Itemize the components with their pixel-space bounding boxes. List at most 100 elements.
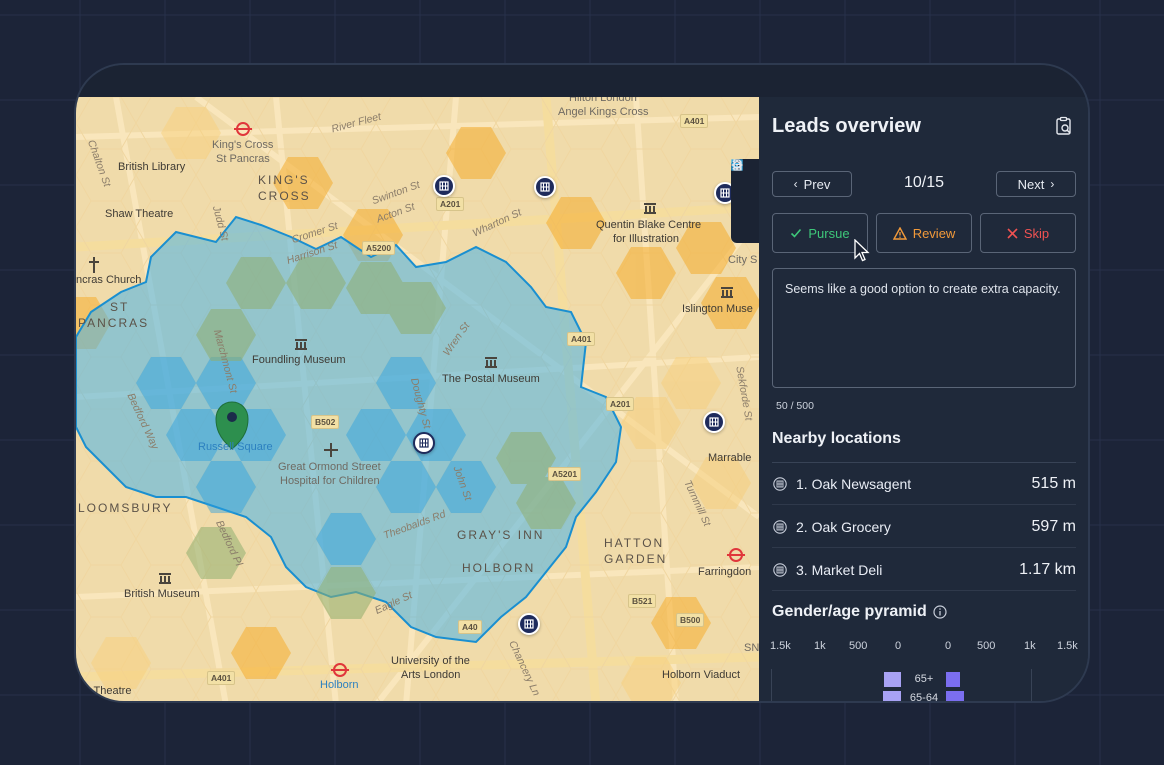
store-marker[interactable] [703,411,725,433]
map-label-ual-2: Arts London [401,669,461,681]
map-label-british-museum: British Museum [124,588,200,600]
map-label-russell-square: Russell Square [198,441,273,453]
skip-button[interactable]: Skip [980,213,1076,253]
pursue-label: Pursue [808,225,850,241]
clipboard-search-button[interactable] [1053,115,1077,139]
store-marker[interactable] [534,176,556,198]
map-label-islington-museum: Islington Muse [682,303,753,315]
pyramid-bar-male [882,691,901,701]
map-label-kings-cross-station: King's Cross [212,139,274,151]
map-label-marrable: Marrable [708,452,752,464]
road-badge-a5200: A5200 [362,241,396,255]
info-icon[interactable] [933,605,947,619]
leads-panel: Leads overview ‹ Prev 10/15 Next › Pursu… [759,97,1088,703]
check-icon [791,228,802,238]
store-icon [524,619,534,629]
nearby-location-row[interactable]: 1. Oak Newsagent 515 m [772,463,1076,505]
map-label-farringdon: Farringdon [698,566,752,578]
store-icon [772,562,788,578]
road-badge-a401-mid: A401 [567,332,596,346]
map-label-angel: Angel Kings Cross [558,106,649,118]
prev-button[interactable]: ‹ Prev [772,171,852,197]
notes-textarea[interactable]: Seems like a good option to create extra… [772,268,1076,388]
nearby-location-row[interactable]: 2. Oak Grocery 597 m [772,506,1076,548]
map-label-ion-theatre: ion Theatre [76,685,132,697]
document-button[interactable] [733,159,755,211]
store-marker[interactable] [518,613,540,635]
map-toolbar [731,159,759,243]
map-label-postal-museum: The Postal Museum [442,373,540,385]
map-view[interactable]: Hilton London Angel Kings Cross River Fl… [76,97,759,701]
review-button[interactable]: Review [876,213,972,253]
store-icon [772,519,788,535]
location-distance: 515 m [1031,474,1076,492]
location-distance: 1.17 km [1019,560,1076,578]
map-label-pancras: PANCRAS [78,316,150,330]
pyramid-axis-tick: 1.5k [1057,640,1078,652]
map-label-hatton: HATTON [604,536,665,550]
map-label-holborn-station: Holborn [320,679,359,691]
next-label: Next [1017,176,1045,192]
pyramid-age-label: 65-64 [909,692,939,703]
map-label-holborn-viaduct: Holborn Viaduct [662,669,741,681]
pyramid-gridline [1031,669,1032,701]
pyramid-axis-tick: 0 [945,640,952,652]
pyramid-axis-tick: 500 [977,640,996,652]
map-label-city-s: City S [728,254,758,266]
prev-label: Prev [803,176,831,192]
road-badge-a40: A40 [458,620,482,634]
road-badge-a201-mid: A201 [606,397,635,411]
map-label-hilton: Hilton London [569,97,637,104]
pyramid-axis-tick: 500 [849,640,868,652]
store-marker-selected[interactable] [413,432,435,454]
pyramid-gridline [771,669,772,701]
road-badge-a201-top: A201 [436,197,465,211]
road-badge-a401-bottom: A401 [207,671,236,685]
location-name: 2. Oak Grocery [796,518,891,535]
location-distance: 597 m [1031,517,1076,535]
device-top-bar [76,65,1088,97]
map-label-foundling-museum: Foundling Museum [252,354,346,366]
pyramid-axis-tick: 0 [895,640,902,652]
road-badge-a5201: A5201 [548,467,582,481]
warning-icon [892,226,907,240]
clipboard-search-icon [1056,116,1071,135]
mouse-cursor-icon [854,239,870,262]
pyramid-title: Gender/age pyramid [772,603,927,620]
pyramid-age-label: 65+ [914,673,934,685]
map-label-ual-1: University of the [391,655,470,667]
panel-title: Leads overview [772,115,921,137]
pyramid-title-row: Gender/age pyramid [772,603,947,621]
character-count: 50 / 500 [776,400,814,412]
store-icon [540,182,550,192]
gear-icon [731,159,743,171]
map-label-st-pancras-church: ncras Church [76,274,142,286]
settings-button[interactable] [731,159,755,236]
store-marker[interactable] [433,175,455,197]
pyramid-bar-female [946,672,961,687]
location-name: 3. Market Deli [796,561,883,578]
chevron-right-icon: › [1050,177,1055,191]
map-label-kings-area: KING'S [258,173,310,187]
map-label-cross-area: CROSS [258,189,311,203]
map-label-shaw-theatre: Shaw Theatre [105,208,174,220]
store-icon [439,181,449,191]
map-label-quentin-1: Quentin Blake Centre [596,219,702,231]
nearby-location-row[interactable]: 3. Market Deli 1.17 km [772,549,1076,591]
map-label-garden: GARDEN [604,552,668,566]
road-badge-b521: B521 [628,594,657,608]
notes-text: Seems like a good option to create extra… [785,282,1061,296]
road-badge-b502: B502 [311,415,340,429]
skip-label: Skip [1023,225,1050,241]
next-button[interactable]: Next › [996,171,1076,197]
chevron-left-icon: ‹ [793,177,798,191]
map-label-quentin-2: for Illustration [613,233,680,245]
store-icon [419,438,429,448]
store-icon [772,476,788,492]
map-label-british-library: British Library [118,161,186,173]
map-label-bloomsbury: LOOMSBURY [78,501,173,515]
map-label-great-ormond-1: Great Ormond Street [278,461,381,473]
store-icon [720,188,730,198]
pyramid-axis-tick: 1k [1024,640,1036,652]
lead-counter: 10/15 [904,174,945,191]
